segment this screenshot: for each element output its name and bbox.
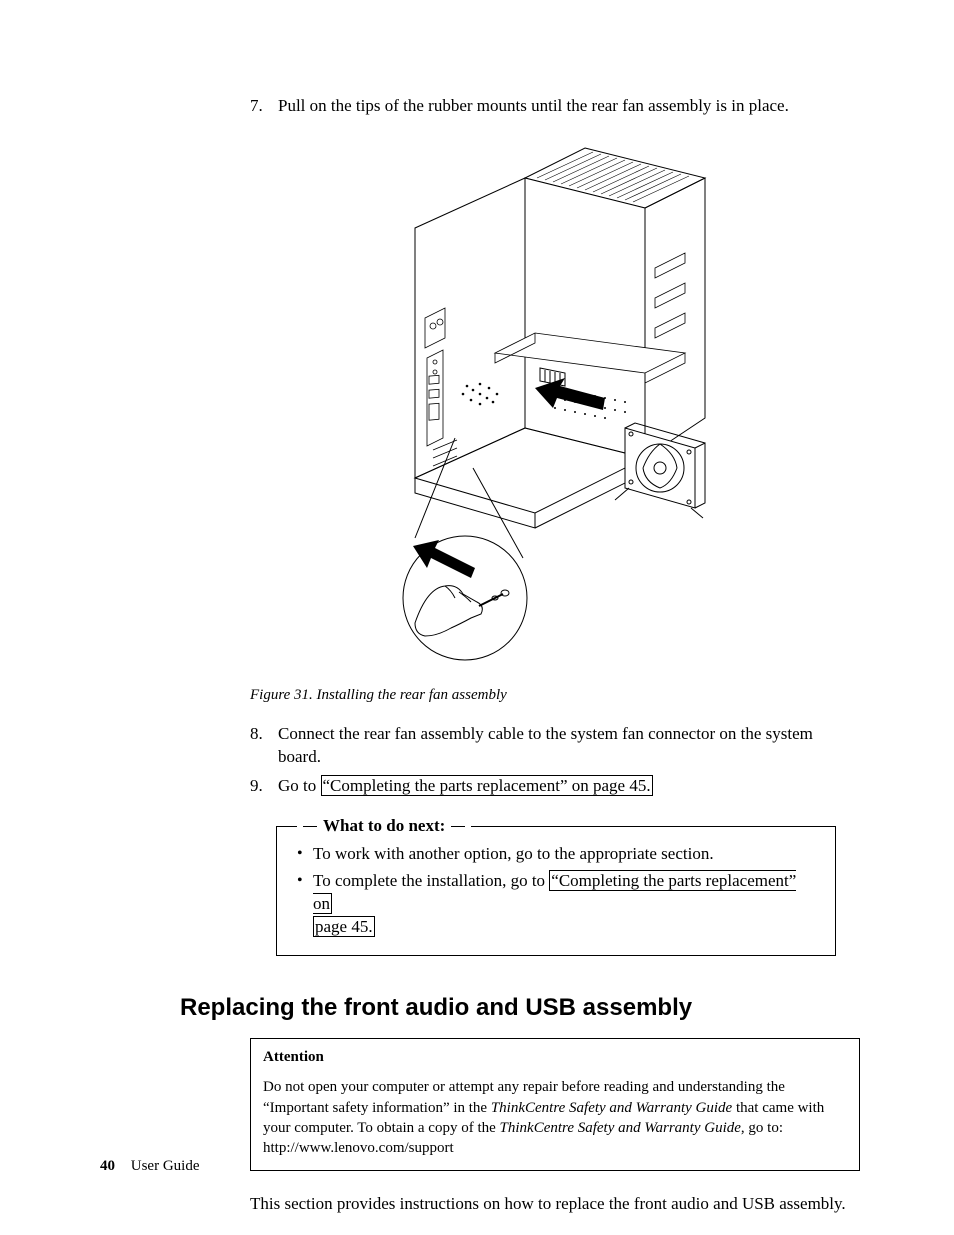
figure-caption: Figure 31. Installing the rear fan assem… xyxy=(250,685,860,705)
step-text: Pull on the tips of the rubber mounts un… xyxy=(278,96,789,115)
main-content: 7. Pull on the tips of the rubber mounts… xyxy=(250,95,860,1216)
xref-link[interactable]: “Completing the parts replacement” on pa… xyxy=(321,775,653,796)
rule-left xyxy=(303,826,317,827)
steps-list-continued: 8. Connect the rear fan assembly cable t… xyxy=(250,723,860,798)
whatnext-item: To complete the installation, go to “Com… xyxy=(295,870,817,939)
whatnext-title: What to do next: xyxy=(323,815,445,838)
attention-title: Attention xyxy=(263,1047,847,1067)
attention-text: , go to: xyxy=(741,1120,783,1136)
step-text: Connect the rear fan assembly cable to t… xyxy=(278,724,813,766)
xref-link[interactable]: page 45. xyxy=(313,916,375,937)
step-7: 7. Pull on the tips of the rubber mounts… xyxy=(250,95,860,118)
whatnext-prefix: To complete the installation, go to xyxy=(313,871,549,890)
section-heading: Replacing the front audio and USB assemb… xyxy=(180,992,860,1024)
whatnext-text: To work with another option, go to the a… xyxy=(313,844,714,863)
step-text-prefix: Go to xyxy=(278,776,321,795)
page-footer: 40 User Guide xyxy=(100,1158,199,1175)
figure-31 xyxy=(250,138,860,675)
steps-list: 7. Pull on the tips of the rubber mounts… xyxy=(250,95,860,118)
whatnext-title-wrap: What to do next: xyxy=(297,815,471,838)
guide-name: ThinkCentre Safety and Warranty Guide xyxy=(491,1100,732,1116)
rule-right xyxy=(451,826,465,827)
attention-box: Attention Do not open your computer or a… xyxy=(250,1038,860,1171)
step-number: 7. xyxy=(250,95,263,118)
step-9: 9. Go to “Completing the parts replaceme… xyxy=(250,775,860,798)
step-number: 9. xyxy=(250,775,263,798)
section-intro: This section provides instructions on ho… xyxy=(250,1193,860,1216)
rear-fan-assembly-illustration xyxy=(385,138,725,668)
document-page: 7. Pull on the tips of the rubber mounts… xyxy=(0,0,954,1235)
whatnext-item: To work with another option, go to the a… xyxy=(295,843,817,866)
what-to-do-next-box: What to do next: To work with another op… xyxy=(276,826,836,956)
step-number: 8. xyxy=(250,723,263,746)
support-url: http://www.lenovo.com/support xyxy=(263,1140,454,1156)
step-8: 8. Connect the rear fan assembly cable t… xyxy=(250,723,860,769)
footer-title: User Guide xyxy=(131,1158,200,1174)
page-number: 40 xyxy=(100,1158,115,1174)
guide-name: ThinkCentre Safety and Warranty Guide xyxy=(500,1120,741,1136)
attention-body: Do not open your computer or attempt any… xyxy=(263,1077,847,1158)
